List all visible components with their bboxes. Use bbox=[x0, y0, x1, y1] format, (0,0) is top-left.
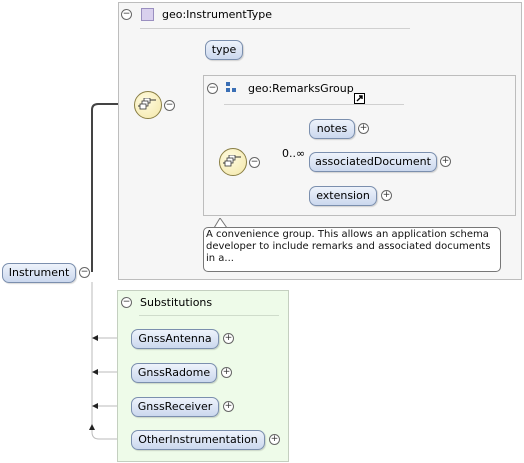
complex-type-title: geo:InstrumentType bbox=[162, 8, 272, 21]
expand-other-instrumentation-icon[interactable]: + bbox=[269, 434, 280, 445]
collapse-instrument-icon[interactable]: − bbox=[79, 267, 90, 278]
type-element[interactable]: type bbox=[205, 40, 243, 60]
model-group-icon bbox=[226, 82, 236, 92]
expand-associated-document-icon[interactable]: + bbox=[440, 156, 451, 167]
substitutions-title: Substitutions bbox=[140, 296, 213, 309]
cardinality-label: 0..∞ bbox=[282, 147, 306, 160]
expand-extension-icon[interactable]: + bbox=[381, 190, 392, 201]
substitutions-divider bbox=[139, 315, 279, 316]
complex-type-icon bbox=[141, 8, 154, 21]
other-instrumentation-element[interactable]: OtherInstrumentation bbox=[131, 430, 265, 450]
annotation-line: in a... bbox=[206, 253, 234, 264]
expand-gnss-radome-icon[interactable]: + bbox=[221, 367, 232, 378]
type-header-divider bbox=[140, 28, 410, 29]
sequence-compositor-icon[interactable] bbox=[134, 91, 162, 119]
collapse-inner-sequence-icon[interactable]: − bbox=[249, 157, 260, 168]
expand-gnss-antenna-icon[interactable]: + bbox=[223, 333, 234, 344]
instrument-element[interactable]: Instrument bbox=[2, 263, 76, 283]
remarks-group-title: geo:RemarksGroup bbox=[248, 82, 354, 95]
collapse-substitutions-icon[interactable]: − bbox=[121, 297, 132, 308]
annotation-line: developer to include remarks and associa… bbox=[206, 241, 491, 252]
gnss-receiver-element[interactable]: GnssReceiver bbox=[131, 397, 219, 417]
annotation-line: A convenience group. This allows an appl… bbox=[206, 229, 489, 240]
external-link-icon[interactable] bbox=[354, 93, 365, 104]
extension-element[interactable]: extension bbox=[309, 186, 377, 206]
group-annotation: A convenience group. This allows an appl… bbox=[203, 227, 501, 272]
expand-notes-icon[interactable]: + bbox=[358, 123, 369, 134]
gnss-radome-element[interactable]: GnssRadome bbox=[131, 363, 217, 383]
collapse-type-icon[interactable]: − bbox=[121, 9, 132, 20]
expand-gnss-receiver-icon[interactable]: + bbox=[223, 401, 234, 412]
collapse-sequence-icon[interactable]: − bbox=[164, 100, 175, 111]
group-header-divider bbox=[224, 104, 404, 105]
gnss-antenna-element[interactable]: GnssAntenna bbox=[131, 329, 219, 349]
notes-element[interactable]: notes bbox=[309, 119, 355, 139]
associated-document-element[interactable]: associatedDocument bbox=[309, 152, 437, 172]
sequence-compositor-icon[interactable] bbox=[219, 148, 247, 176]
collapse-group-icon[interactable]: − bbox=[207, 83, 218, 94]
